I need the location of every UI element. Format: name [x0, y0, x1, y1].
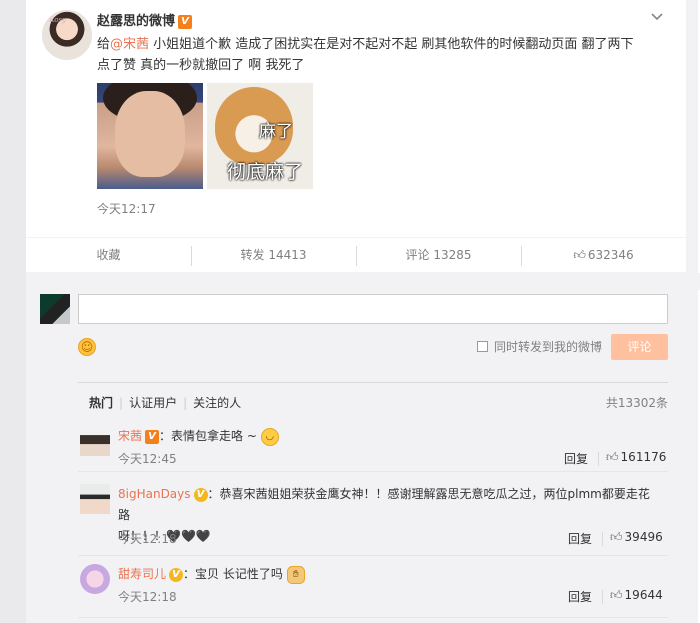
- thumbs-up-icon: 👍︎: [606, 450, 619, 464]
- post-image-1[interactable]: [97, 83, 203, 189]
- comment-item: 甜寿司儿 V ：宝贝 长记性了吗 ✋︎ 今天12:18 回复 👍︎ 19644: [78, 562, 668, 618]
- post-text-line2: 点了赞 真的一秒就撤回了 啊 我死了: [97, 58, 305, 73]
- comment-item: 宋茜 V ：表情包拿走咯 ~ ◡ 今天12:45 回复 👍︎ 161176: [78, 422, 668, 472]
- image-caption-1: 麻了: [259, 122, 293, 142]
- comment-time: 今天12:18: [118, 532, 177, 546]
- comment-input[interactable]: [78, 294, 668, 324]
- comment-total-count: 共13302条: [605, 396, 668, 410]
- thumbs-up-icon: 👍︎: [610, 588, 623, 602]
- image-caption-2: 彻底麻了: [227, 161, 304, 183]
- comment-action-divider: [602, 532, 603, 546]
- image-face-shape: [115, 91, 185, 177]
- comment-item: 8igHanDays V ：恭喜宋茜姐姐荣获金鹰女神！！感谢理解露思无意吃瓜之过，两…: [78, 480, 668, 556]
- comment-action-divider: [598, 452, 599, 466]
- avatar-tag: Rosy: [49, 16, 67, 24]
- verified-badge-icon: V: [193, 487, 208, 502]
- verified-badge-icon: V: [169, 567, 184, 582]
- reply-button[interactable]: 回复: [564, 450, 588, 467]
- current-user-avatar[interactable]: [40, 294, 70, 324]
- tab-following[interactable]: 关注的人: [193, 394, 241, 411]
- page-right-edge: [686, 0, 700, 623]
- like-button[interactable]: 👍︎ 632346: [521, 238, 686, 273]
- forward-button[interactable]: 转发 14413: [191, 238, 356, 273]
- verified-badge-icon: V: [178, 14, 193, 29]
- comment-filter-tabs: 热门 | 认证用户 | 关注的人: [89, 394, 241, 411]
- comment-like-button[interactable]: 👍︎ 39496: [610, 530, 663, 545]
- comment-avatar[interactable]: [80, 564, 110, 594]
- author-name[interactable]: 赵露思的微博 V: [97, 10, 193, 29]
- author-name-text[interactable]: 赵露思的微博: [97, 14, 175, 29]
- comment-label: 评论 13285: [405, 248, 472, 262]
- submit-comment-button[interactable]: 评论: [611, 334, 668, 360]
- thumbs-up-icon: 👍︎: [573, 248, 586, 262]
- verified-badge-icon: V: [145, 429, 160, 444]
- comment-avatar[interactable]: [80, 484, 110, 514]
- comment-body: ：宝贝 长记性了吗: [183, 567, 283, 581]
- forward-checkbox[interactable]: [477, 341, 488, 352]
- weibo-post-card: Rosy 赵露思的微博 V 给@宋茜 小姐姐道个歉 造成了困扰实在是对不起对不起 …: [26, 0, 686, 623]
- comment-like-button[interactable]: 👍︎ 161176: [606, 450, 666, 465]
- post-text-prefix: 给: [97, 37, 111, 52]
- comment-author[interactable]: 甜寿司儿: [118, 567, 166, 581]
- tab-hot[interactable]: 热门: [89, 394, 113, 411]
- comment-author[interactable]: 8igHanDays: [118, 487, 191, 501]
- smile-emoji-icon: ◡: [260, 427, 279, 446]
- hand-emoji-icon: ✋︎: [286, 565, 305, 584]
- forward-label: 转发 14413: [240, 248, 307, 262]
- post-text-line1: 小姐姐道个歉 造成了困扰实在是对不起对不起 刷其他软件的时候翻动页面 翻了两下: [149, 37, 634, 52]
- comment-like-count: 39496: [624, 530, 663, 544]
- reply-button[interactable]: 回复: [568, 530, 592, 547]
- smiley-icon[interactable]: ☺: [78, 338, 96, 356]
- mention-link[interactable]: @宋茜: [110, 37, 149, 52]
- comment-like-count: 19644: [624, 588, 663, 602]
- comment-action-divider: [602, 590, 603, 604]
- like-count: 632346: [587, 248, 634, 262]
- comment-avatar[interactable]: [80, 426, 110, 456]
- author-avatar[interactable]: Rosy: [42, 10, 92, 60]
- thumbs-up-icon: 👍︎: [610, 530, 623, 544]
- comment-body: ：表情包拿走咯 ~: [159, 429, 257, 443]
- comment-like-button[interactable]: 👍︎ 19644: [610, 588, 663, 603]
- post-image-2[interactable]: 麻了 彻底麻了: [207, 83, 313, 189]
- comment-time: 今天12:45: [118, 452, 177, 466]
- action-bar: 收藏 转发 14413 评论 13285 👍︎ 632346: [26, 237, 686, 272]
- comment-text: 宋茜 V ：表情包拿走咯 ~ ◡: [118, 426, 658, 447]
- reply-button[interactable]: 回复: [568, 588, 592, 605]
- tab-separator: |: [183, 396, 188, 410]
- comment-like-count: 161176: [620, 450, 667, 464]
- comments-divider: [78, 382, 668, 383]
- favorite-button[interactable]: 收藏: [26, 238, 191, 273]
- comment-text: 甜寿司儿 V ：宝贝 长记性了吗 ✋︎: [118, 564, 658, 585]
- chevron-down-icon[interactable]: [650, 10, 664, 24]
- favorite-label: 收藏: [96, 248, 121, 262]
- comment-area: ☺ 同时转发到我的微博 评论 热门 | 认证用户 | 关注的人 共13302条 宋茜 V：…: [26, 272, 686, 623]
- forward-checkbox-label[interactable]: 同时转发到我的微博: [494, 338, 602, 355]
- tab-separator: |: [119, 396, 124, 410]
- comment-author[interactable]: 宋茜: [118, 429, 142, 443]
- comment-time: 今天12:18: [118, 590, 177, 604]
- comment-button[interactable]: 评论 13285: [356, 238, 521, 273]
- tab-verified-users[interactable]: 认证用户: [129, 394, 177, 411]
- post-text: 给@宋茜 小姐姐道个歉 造成了困扰实在是对不起对不起 刷其他软件的时候翻动页面 …: [97, 34, 657, 76]
- post-time[interactable]: 今天12:17: [97, 200, 156, 217]
